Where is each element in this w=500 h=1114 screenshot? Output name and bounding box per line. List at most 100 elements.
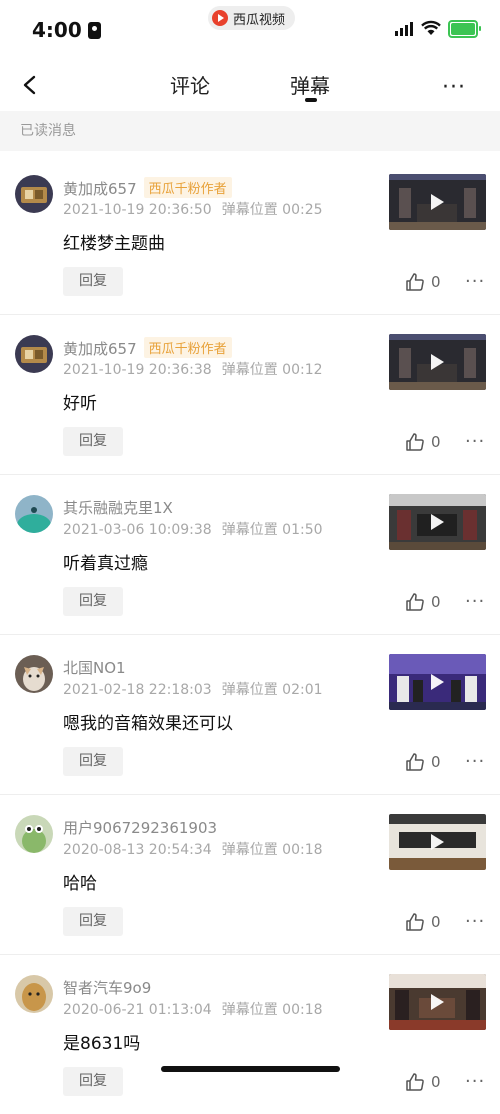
thumbs-up-icon[interactable]: [405, 752, 425, 772]
timestamp: 2021-03-06 10:09:38: [63, 522, 212, 538]
danmaku-position: 弹幕位置 01:50: [221, 522, 323, 538]
reply-button[interactable]: 回复: [63, 747, 123, 776]
username-text: 智者汽车9o9: [63, 979, 152, 997]
tab-comment[interactable]: 评论: [170, 70, 210, 99]
list-item: 其乐融融克里1X 2021-03-06 10:09:38 弹幕位置 01:50 听…: [0, 475, 500, 635]
video-thumbnail[interactable]: [389, 974, 486, 1030]
comment-meta: 2021-02-18 22:18:03 弹幕位置 02:01: [63, 679, 323, 699]
username[interactable]: 黄加成657 西瓜千粉作者: [63, 177, 232, 199]
home-indicator[interactable]: [161, 1066, 340, 1072]
wifi-icon: [421, 20, 441, 35]
comment-text: 好听: [63, 394, 97, 414]
avatar[interactable]: [15, 655, 53, 693]
comment-meta: 2021-10-19 20:36:50 弹幕位置 00:25: [63, 199, 323, 219]
like-count: 0: [431, 593, 441, 611]
video-thumbnail[interactable]: [389, 174, 486, 230]
video-thumbnail[interactable]: [389, 334, 486, 390]
avatar[interactable]: [15, 495, 53, 533]
app-name: 西瓜视频: [233, 12, 286, 28]
username[interactable]: 其乐融融克里1X: [63, 497, 173, 518]
list-item: 北国NO1 2021-02-18 22:18:03 弹幕位置 02:01 嗯我的音…: [0, 635, 500, 795]
danmaku-position: 弹幕位置 00:12: [221, 362, 323, 378]
comment-meta: 2021-03-06 10:09:38 弹幕位置 01:50: [63, 519, 323, 539]
cellular-signal-icon: [395, 22, 413, 36]
timestamp: 2021-10-19 20:36:38: [63, 362, 212, 378]
reply-button[interactable]: 回复: [63, 907, 123, 936]
thumbs-up-icon[interactable]: [405, 912, 425, 932]
timestamp: 2020-08-13 20:54:34: [63, 842, 212, 858]
like-count: 0: [431, 1073, 441, 1091]
app-logo-icon: [212, 10, 228, 26]
play-icon: [431, 194, 444, 210]
avatar[interactable]: [15, 975, 53, 1013]
username[interactable]: 北国NO1: [63, 657, 126, 678]
timestamp: 2021-10-19 20:36:50: [63, 202, 212, 218]
item-more-button[interactable]: ···: [465, 431, 485, 452]
tab-danmaku[interactable]: 弹幕: [290, 70, 330, 99]
username[interactable]: 用户9067292361903: [63, 817, 217, 838]
item-more-button[interactable]: ···: [465, 911, 485, 932]
comment-meta: 2020-06-21 01:13:04 弹幕位置 00:18: [63, 999, 323, 1019]
nav-bar: 评论 弹幕 ···: [0, 60, 500, 110]
username-text: 黄加成657: [63, 340, 137, 358]
thumbs-up-icon[interactable]: [405, 272, 425, 292]
comment-meta: 2021-10-19 20:36:38 弹幕位置 00:12: [63, 359, 323, 379]
comment-text: 是8631吗: [63, 1034, 141, 1054]
video-thumbnail[interactable]: [389, 494, 486, 550]
danmaku-position: 弹幕位置 00:25: [221, 202, 323, 218]
item-more-button[interactable]: ···: [465, 751, 485, 772]
username-text: 北国NO1: [63, 659, 126, 677]
username-text: 用户9067292361903: [63, 819, 218, 837]
creator-badge: 西瓜千粉作者: [143, 337, 232, 358]
danmaku-position: 弹幕位置 00:18: [221, 842, 323, 858]
thumbs-up-icon[interactable]: [405, 592, 425, 612]
list-item: 用户9067292361903 2020-08-13 20:54:34 弹幕位置 …: [0, 795, 500, 955]
thumbs-up-icon[interactable]: [405, 1072, 425, 1092]
more-options-button[interactable]: ···: [442, 75, 466, 100]
avatar[interactable]: [15, 335, 53, 373]
video-thumbnail[interactable]: [389, 654, 486, 710]
back-arrow-icon[interactable]: [20, 74, 42, 96]
time-text: 4:00: [32, 18, 82, 42]
username-text: 其乐融融克里1X: [63, 499, 173, 517]
comment-text: 红楼梦主题曲: [63, 234, 165, 254]
comment-text: 嗯我的音箱效果还可以: [63, 714, 233, 734]
danmaku-position: 弹幕位置 02:01: [221, 682, 323, 698]
play-icon: [431, 834, 444, 850]
video-thumbnail[interactable]: [389, 814, 486, 870]
creator-badge: 西瓜千粉作者: [143, 177, 232, 198]
comment-meta: 2020-08-13 20:54:34 弹幕位置 00:18: [63, 839, 323, 859]
play-icon: [431, 514, 444, 530]
avatar[interactable]: [15, 175, 53, 213]
read-messages-divider: 已读消息: [0, 111, 500, 151]
list-item: 黄加成657 西瓜千粉作者 2021-10-19 20:36:38 弹幕位置 00:…: [0, 315, 500, 475]
list-item: 智者汽车9o9 2020-06-21 01:13:04 弹幕位置 00:18 是8…: [0, 955, 500, 1114]
username[interactable]: 黄加成657 西瓜千粉作者: [63, 337, 232, 359]
comment-text: 哈哈: [63, 874, 97, 894]
comment-text: 听着真过瘾: [63, 554, 148, 574]
reply-button[interactable]: 回复: [63, 587, 123, 616]
reply-button[interactable]: 回复: [63, 427, 123, 456]
id-card-icon: [87, 22, 101, 39]
status-time: 4:00: [32, 18, 101, 42]
item-more-button[interactable]: ···: [465, 591, 485, 612]
timestamp: 2020-06-21 01:13:04: [63, 1002, 212, 1018]
like-count: 0: [431, 913, 441, 931]
thumbs-up-icon[interactable]: [405, 432, 425, 452]
like-count: 0: [431, 433, 441, 451]
reply-button[interactable]: 回复: [63, 267, 123, 296]
play-icon: [431, 994, 444, 1010]
battery-icon: [448, 20, 481, 38]
like-count: 0: [431, 273, 441, 291]
list-item: 黄加成657 西瓜千粉作者 2021-10-19 20:36:50 弹幕位置 00:…: [0, 155, 500, 315]
username[interactable]: 智者汽车9o9: [63, 977, 151, 998]
app-indicator[interactable]: 西瓜视频: [208, 6, 296, 30]
username-text: 黄加成657: [63, 180, 137, 198]
status-bar: 4:00 西瓜视频: [0, 0, 500, 60]
item-more-button[interactable]: ···: [465, 271, 485, 292]
timestamp: 2021-02-18 22:18:03: [63, 682, 212, 698]
active-tab-indicator: [305, 98, 317, 102]
avatar[interactable]: [15, 815, 53, 853]
play-icon: [431, 674, 444, 690]
danmaku-position: 弹幕位置 00:18: [221, 1002, 323, 1018]
